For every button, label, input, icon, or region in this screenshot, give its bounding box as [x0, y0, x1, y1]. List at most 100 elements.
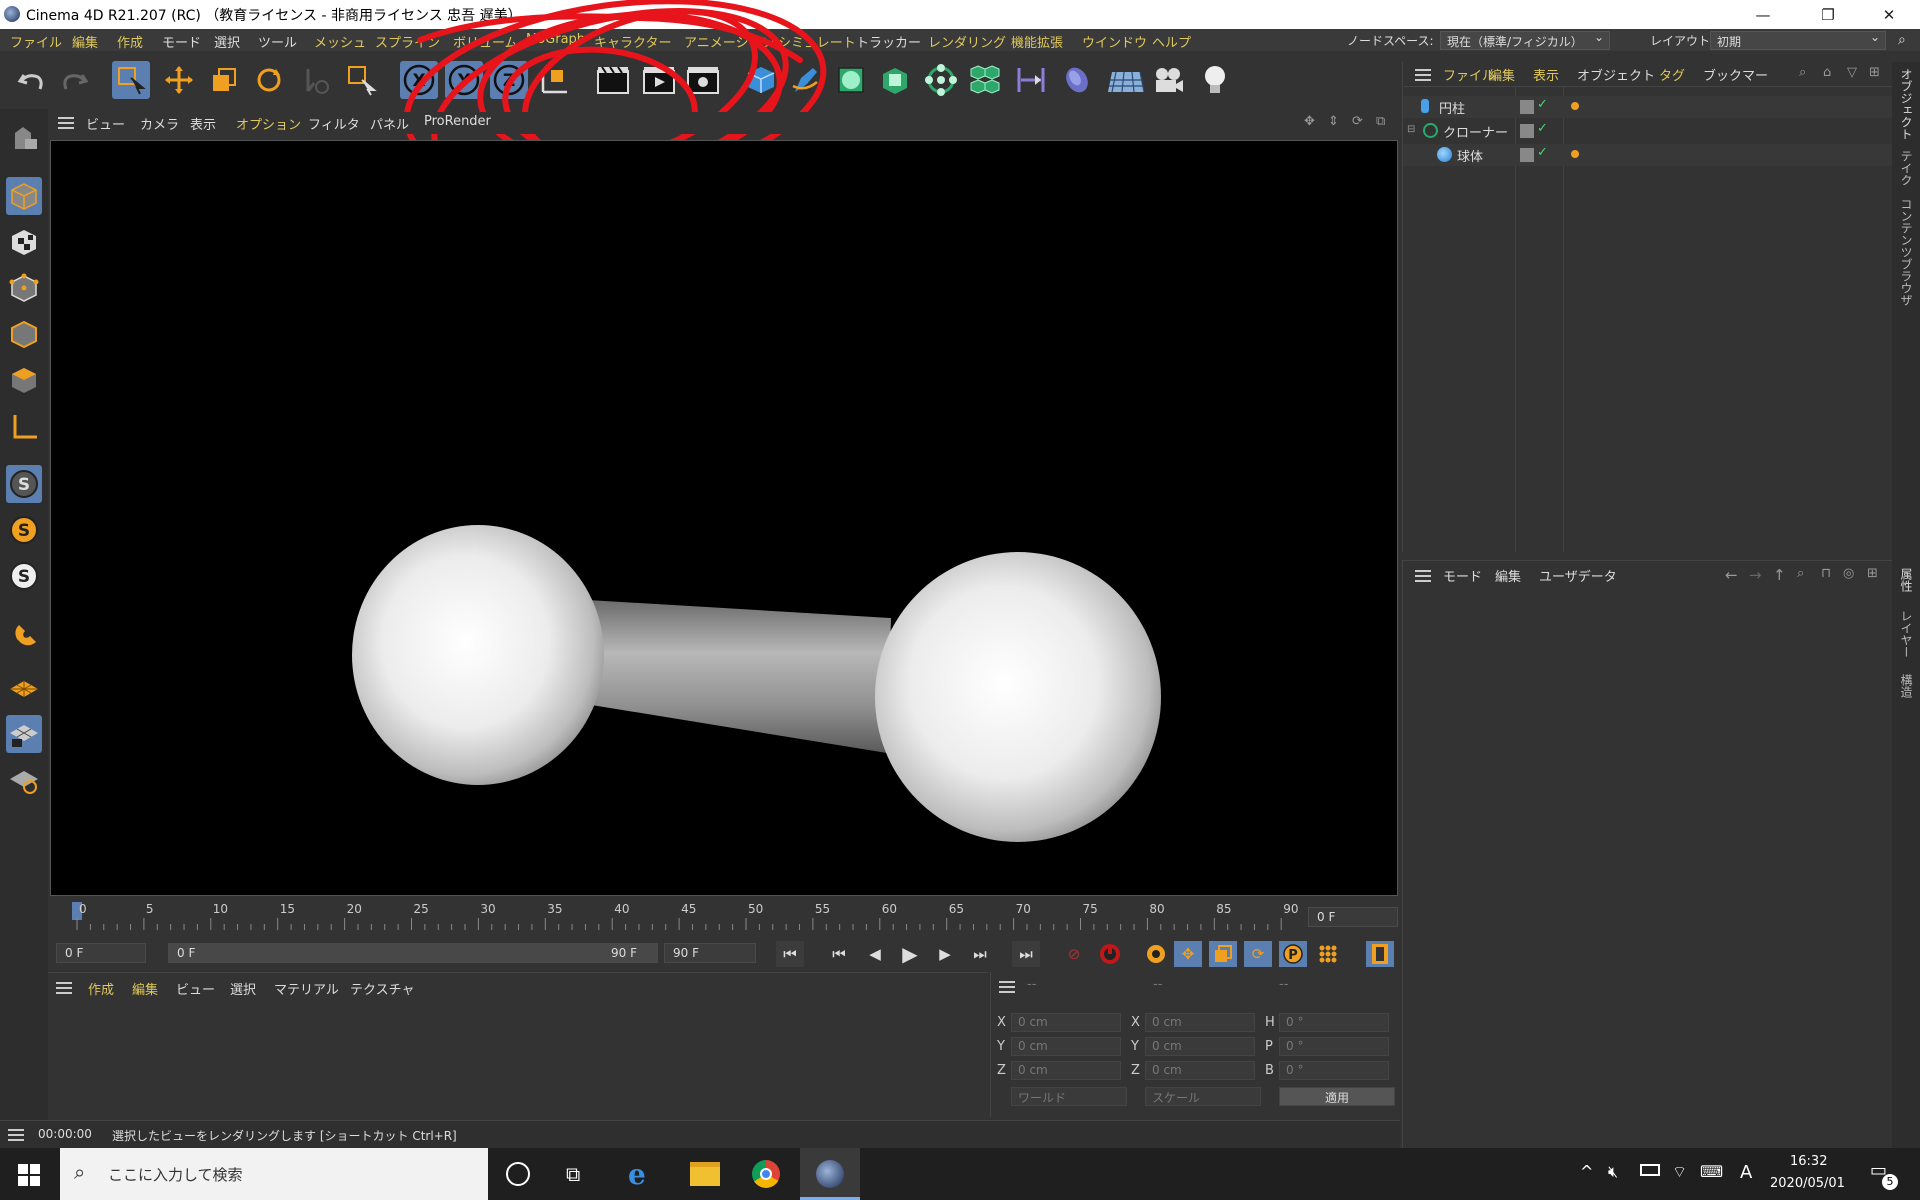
tab-layers[interactable]: レイヤー — [1898, 610, 1915, 658]
menu-select[interactable]: 選択 — [214, 32, 240, 51]
object-search-icon[interactable]: ⌕ — [1799, 65, 1806, 80]
model-mode-icon[interactable] — [6, 177, 42, 215]
previous-key-icon[interactable]: ⏮ — [825, 941, 853, 967]
close-button[interactable]: ✕ — [1866, 0, 1912, 29]
coordinates-menu-handle-icon[interactable] — [999, 981, 1015, 993]
viewport-rotate-icon[interactable]: ⟳ — [1352, 114, 1363, 129]
attribute-new-window-icon[interactable]: ⊞ — [1867, 566, 1878, 581]
viewport-menu-options[interactable]: オプション — [236, 114, 301, 133]
pos-x-field[interactable]: 0 cm — [1011, 1013, 1121, 1032]
next-key-icon[interactable]: ⏭ — [966, 941, 994, 967]
menu-mograph[interactable]: MoGraph — [526, 32, 585, 47]
subdivision-surface-icon[interactable] — [832, 61, 870, 99]
apply-button[interactable]: 適用 — [1279, 1087, 1395, 1106]
next-frame-icon[interactable]: ▶ — [931, 941, 959, 967]
menu-mode[interactable]: モード — [162, 32, 201, 51]
key-rotation-icon[interactable]: ⟳ — [1244, 941, 1272, 967]
material-menu-view[interactable]: ビュー — [176, 979, 215, 998]
material-menu-material[interactable]: マテリアル — [274, 979, 339, 998]
texture-mode-icon[interactable] — [6, 223, 42, 261]
deformer-icon[interactable] — [1012, 61, 1050, 99]
tab-structure[interactable]: 構造 — [1898, 674, 1915, 698]
go-to-end-icon[interactable]: ⏭ — [1012, 941, 1040, 967]
battery-icon[interactable] — [1640, 1164, 1660, 1176]
menu-spline[interactable]: スプライン — [375, 32, 440, 51]
menu-character[interactable]: キャラクター — [594, 32, 671, 51]
object-menu-handle-icon[interactable] — [1415, 69, 1431, 81]
size-y-field[interactable]: 0 cm — [1145, 1037, 1255, 1056]
coordinate-system-icon[interactable] — [536, 61, 574, 99]
pen-spline-icon[interactable] — [786, 61, 824, 99]
frame-range-slider[interactable]: 0 F 90 F — [168, 943, 658, 963]
menu-extensions[interactable]: 機能拡張 — [1011, 32, 1063, 51]
play-icon[interactable]: ▶ — [896, 941, 924, 967]
cube-object-icon[interactable] — [742, 61, 780, 99]
edges-mode-icon[interactable] — [6, 315, 42, 353]
maximize-button[interactable]: ❐ — [1805, 0, 1851, 29]
rot-b-field[interactable]: 0 ° — [1279, 1061, 1389, 1080]
menu-simulate[interactable]: シミュレート — [778, 32, 856, 51]
up-arrow-icon[interactable]: ↑ — [1773, 566, 1786, 584]
cortana-icon[interactable] — [506, 1162, 530, 1186]
object-row-cloner[interactable]: ⊟ クローナー ✓ — [1403, 120, 1893, 142]
camera-icon[interactable] — [1150, 61, 1188, 99]
planar-workplane-icon[interactable] — [6, 761, 42, 799]
object-menu-tags[interactable]: タグ — [1659, 65, 1685, 84]
go-to-start-icon[interactable]: ⏮ — [776, 941, 804, 967]
lock-icon[interactable]: ⊓ — [1821, 566, 1831, 581]
material-menu-create[interactable]: 作成 — [88, 979, 114, 998]
cinema4d-taskbar-button[interactable] — [800, 1148, 860, 1200]
cloner-icon[interactable] — [922, 61, 960, 99]
size-x-field[interactable]: 0 cm — [1145, 1013, 1255, 1032]
clock-time[interactable]: 16:32 — [1790, 1154, 1827, 1169]
coordinate-space-select[interactable]: ワールド — [1011, 1087, 1127, 1106]
object-menu-objects[interactable]: オブジェクト — [1577, 65, 1655, 84]
rot-h-field[interactable]: 0 ° — [1279, 1013, 1389, 1032]
show-hidden-icons-icon[interactable]: ^ — [1580, 1162, 1593, 1181]
menu-animation[interactable]: アニメーション — [684, 32, 774, 51]
taskbar-search-box[interactable]: ⌕ ここに入力して検索 — [60, 1148, 488, 1200]
edge-browser-icon[interactable]: e — [628, 1158, 646, 1191]
render-settings-icon[interactable] — [684, 61, 722, 99]
attribute-menu-edit[interactable]: 編集 — [1495, 566, 1521, 585]
viewport-move-icon[interactable]: ✥ — [1304, 114, 1315, 129]
layer-icon[interactable] — [1520, 124, 1534, 138]
menu-tools[interactable]: ツール — [258, 32, 297, 51]
object-menu-bookmarks[interactable]: ブックマー — [1703, 65, 1768, 84]
snap-toggle-icon[interactable]: S — [6, 465, 42, 503]
layer-icon[interactable] — [1520, 100, 1534, 114]
collapse-toggle-icon[interactable]: ⊟ — [1407, 124, 1415, 135]
object-new-window-icon[interactable]: ⊞ — [1869, 65, 1880, 80]
recent-tools-icon[interactable] — [298, 61, 336, 99]
material-menu-texture[interactable]: テクスチャ — [350, 979, 414, 998]
timeline-ruler[interactable]: 0 5 10 15 20 25 30 35 40 45 50 55 60 65 70 75 80 85 90 0 F — [50, 898, 1400, 938]
viewport-menu-panel[interactable]: パネル — [370, 114, 409, 133]
clock-date[interactable]: 2020/05/01 — [1770, 1176, 1845, 1191]
viewport-menu-filter[interactable]: フィルタ — [308, 114, 360, 133]
viewport-menu-camera[interactable]: カメラ — [140, 114, 179, 133]
x-axis-lock-button[interactable]: X — [400, 61, 438, 99]
rot-p-field[interactable]: 0 ° — [1279, 1037, 1389, 1056]
file-explorer-icon[interactable] — [690, 1162, 720, 1186]
live-selection-icon[interactable] — [112, 61, 150, 99]
wifi-icon[interactable]: ⌔ — [1672, 1162, 1687, 1182]
points-mode-icon[interactable] — [6, 269, 42, 307]
viewport-menu-handle-icon[interactable] — [58, 117, 74, 129]
timeline-window-icon[interactable] — [1366, 941, 1394, 967]
target-icon[interactable]: ◎ — [1843, 566, 1854, 581]
forward-arrow-icon[interactable]: → — [1749, 566, 1762, 584]
3d-viewport[interactable] — [50, 140, 1398, 896]
key-scale-icon[interactable] — [1209, 941, 1237, 967]
record-active-objects-icon[interactable]: ⊘ — [1060, 941, 1088, 967]
render-to-picture-viewer-icon[interactable] — [640, 61, 678, 99]
menu-create[interactable]: 作成 — [117, 32, 143, 51]
workplane-snap-icon[interactable]: S — [6, 557, 42, 595]
floor-environment-icon[interactable] — [1106, 61, 1144, 99]
menu-window[interactable]: ウインドウ — [1082, 32, 1147, 51]
mograph-cubes-icon[interactable] — [966, 61, 1004, 99]
keyframe-selection-icon[interactable] — [1142, 941, 1170, 967]
render-view-icon[interactable] — [594, 61, 632, 99]
attribute-menu-userdata[interactable]: ユーザデータ — [1539, 566, 1617, 585]
chrome-icon[interactable] — [752, 1160, 780, 1188]
object-home-icon[interactable]: ⌂ — [1823, 65, 1831, 80]
